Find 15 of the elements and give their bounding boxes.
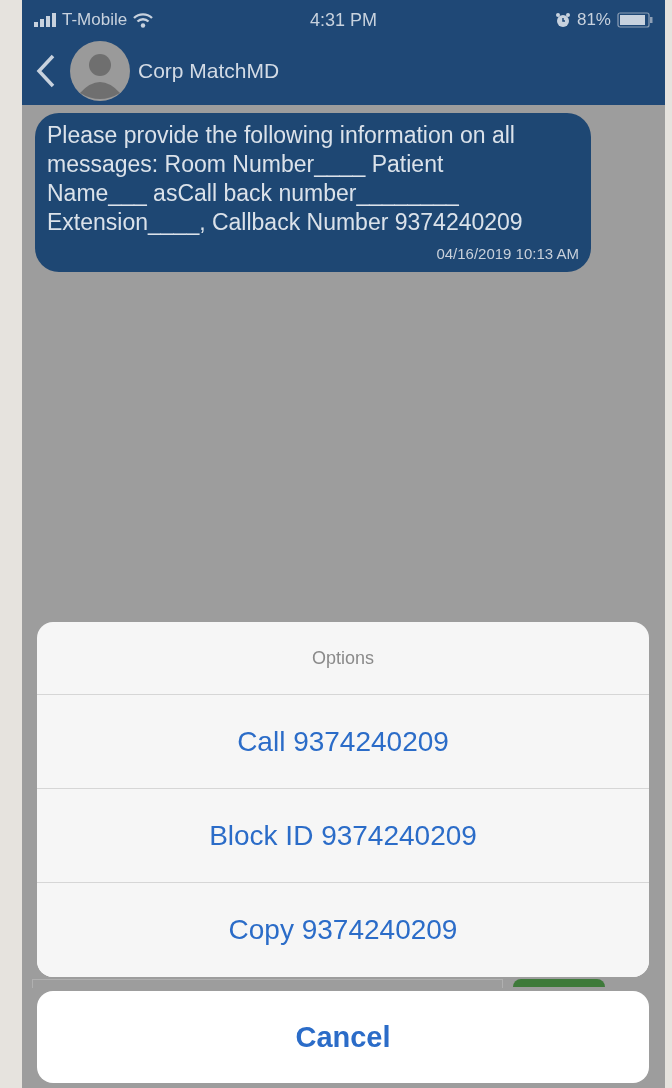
message-bubble[interactable]: Please provide the following information on all messages: Room Number____ Patient Name___ asCall back number________ Extension____, Callback Number 9374240209 04/16/2019 10:13 AM <box>35 113 591 272</box>
status-time: 4:31 PM <box>309 9 377 31</box>
carrier-name: T-Mobile <box>62 10 128 30</box>
avatar-icon <box>70 40 130 101</box>
alarm-icon <box>554 12 571 28</box>
cancel-button[interactable]: Cancel <box>37 991 649 1083</box>
back-icon[interactable] <box>36 53 56 88</box>
signal-icon <box>34 13 56 27</box>
message-timestamp: 04/16/2019 10:13 AM <box>435 245 579 262</box>
battery-icon <box>617 12 653 28</box>
wifi-icon <box>133 12 154 28</box>
battery-percent: 81% <box>576 10 611 30</box>
message-text: Please provide the following information on all messages: Room Number____ Patient Name___ asCall back number________ Extension____, Callback Number 9374240209 <box>47 121 524 237</box>
contact-name: Corp MatchMD <box>138 58 280 83</box>
send-button[interactable] <box>513 979 605 987</box>
